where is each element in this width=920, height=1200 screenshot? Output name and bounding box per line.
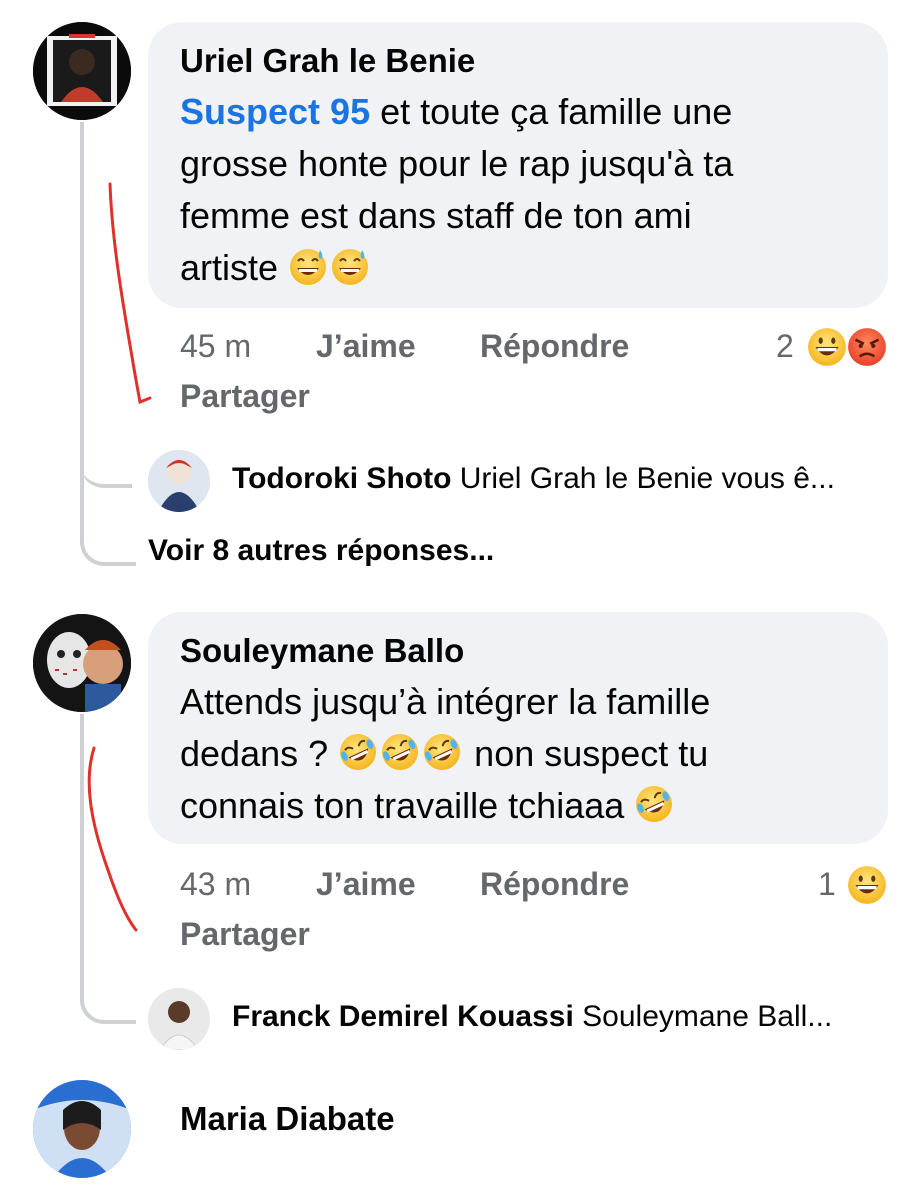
comment-text-line: et toute ça famille une bbox=[380, 91, 733, 132]
reply-author[interactable]: Franck Demirel Kouassi bbox=[232, 1000, 574, 1033]
reply-preview[interactable]: Todoroki Shoto Uriel Grah le Benie vous … bbox=[232, 462, 882, 496]
profile-photo-icon bbox=[33, 22, 131, 120]
comment-text-line: grosse honte pour le rap jusqu'à ta bbox=[180, 143, 734, 184]
laughing-emoji-icon bbox=[846, 864, 888, 906]
rofl-emoji-icon bbox=[380, 732, 420, 772]
comment-text: Attends jusqu’à intégrer la famille deda… bbox=[180, 676, 880, 832]
rofl-emoji-icon bbox=[422, 732, 462, 772]
comment-time[interactable]: 45 m bbox=[180, 328, 251, 365]
avatar-todoroki[interactable] bbox=[148, 450, 210, 512]
avatar-maria[interactable] bbox=[33, 1080, 131, 1178]
reaction-count[interactable]: 2 bbox=[776, 328, 794, 365]
comment-text-line: non suspect tu bbox=[474, 733, 709, 774]
rofl-emoji-icon bbox=[634, 784, 674, 824]
like-button[interactable]: J’aime bbox=[316, 866, 416, 903]
share-button[interactable]: Partager bbox=[180, 916, 310, 953]
profile-photo-icon bbox=[33, 614, 131, 712]
reply-author[interactable]: Todoroki Shoto bbox=[232, 462, 451, 495]
profile-photo-icon bbox=[33, 1080, 131, 1178]
comment-author[interactable]: Souleymane Ballo bbox=[180, 632, 464, 670]
comment-text: Suspect 95 et toute ça famille une gross… bbox=[180, 86, 880, 294]
angry-emoji-icon bbox=[846, 326, 888, 368]
red-annotation-mark bbox=[108, 182, 152, 405]
reply-button[interactable]: Répondre bbox=[480, 866, 629, 903]
comment-text-line: connais ton travaille tchiaaa bbox=[180, 785, 625, 826]
profile-photo-icon bbox=[148, 988, 210, 1050]
sweat-smile-emoji-icon bbox=[330, 246, 370, 286]
thread-connector bbox=[80, 980, 136, 1024]
reply-snippet: Uriel Grah le Benie vous ê... bbox=[459, 462, 835, 495]
reply-button[interactable]: Répondre bbox=[480, 328, 629, 365]
thread-connector bbox=[80, 450, 136, 566]
reply-preview[interactable]: Franck Demirel Kouassi Souleymane Ball..… bbox=[232, 1000, 882, 1034]
comment-text-line: Attends jusqu’à intégrer la famille bbox=[180, 681, 711, 722]
profile-photo-icon bbox=[148, 450, 210, 512]
comment-text-line: artiste bbox=[180, 247, 279, 288]
red-annotation-mark bbox=[87, 746, 138, 932]
reply-snippet: Souleymane Ball... bbox=[582, 1000, 833, 1033]
like-button[interactable]: J’aime bbox=[316, 328, 416, 365]
laughing-emoji-icon bbox=[806, 326, 848, 368]
comment-text-line: femme est dans staff de ton ami bbox=[180, 195, 692, 236]
comment-text-line: dedans ? bbox=[180, 733, 329, 774]
comment-time[interactable]: 43 m bbox=[180, 866, 251, 903]
rofl-emoji-icon bbox=[338, 732, 378, 772]
reaction-count[interactable]: 1 bbox=[818, 866, 836, 903]
mention-link[interactable]: Suspect 95 bbox=[180, 91, 370, 132]
avatar-uriel[interactable] bbox=[33, 22, 131, 120]
avatar-franck[interactable] bbox=[148, 988, 210, 1050]
comment-author[interactable]: Maria Diabate bbox=[180, 1100, 395, 1138]
avatar-souleymane[interactable] bbox=[33, 614, 131, 712]
comment-author[interactable]: Uriel Grah le Benie bbox=[180, 42, 475, 80]
view-more-replies-link[interactable]: Voir 8 autres réponses... bbox=[148, 534, 494, 568]
thread-line bbox=[80, 122, 84, 452]
share-button[interactable]: Partager bbox=[180, 378, 310, 415]
sweat-smile-emoji-icon bbox=[288, 246, 328, 286]
